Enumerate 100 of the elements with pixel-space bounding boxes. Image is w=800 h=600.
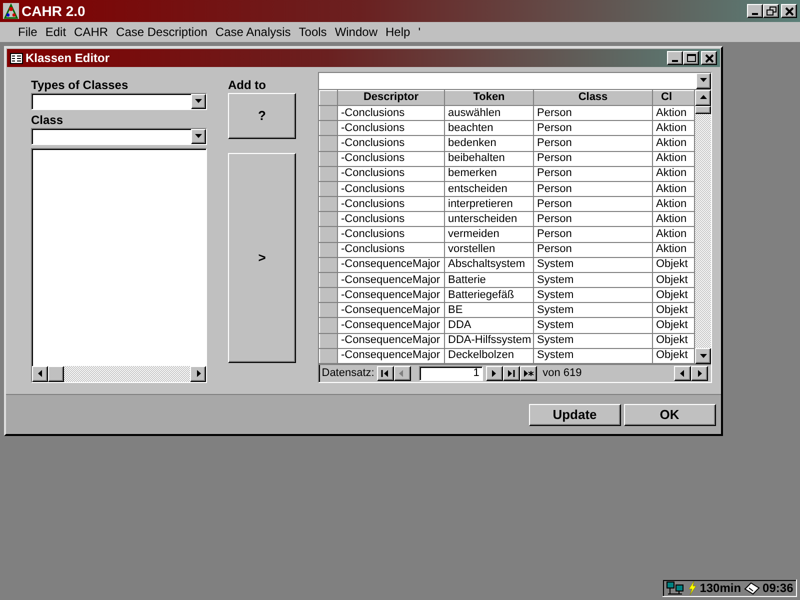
row-selector[interactable] xyxy=(320,212,338,227)
column-header[interactable]: Descriptor xyxy=(338,90,444,106)
close-icon xyxy=(784,6,795,16)
row-selector[interactable] xyxy=(320,348,338,364)
dialog-button[interactable]: OK xyxy=(624,404,716,426)
row-selector[interactable] xyxy=(320,226,338,242)
add-button[interactable]: > xyxy=(228,153,296,363)
table-cell: System xyxy=(534,348,652,364)
scroll-left-button[interactable] xyxy=(674,366,692,382)
menu-item[interactable]: Help xyxy=(382,23,414,41)
row-selector[interactable] xyxy=(320,242,338,258)
row-selector[interactable] xyxy=(320,120,338,136)
horizontal-scrollbar[interactable] xyxy=(32,366,206,382)
table-cell: Batteriegefäß xyxy=(444,288,534,303)
menu-item[interactable]: Case Analysis xyxy=(211,23,295,41)
close-button[interactable] xyxy=(781,4,798,18)
table-cell: -ConsequenceMajor xyxy=(338,288,444,303)
column-header[interactable]: Class xyxy=(534,90,652,106)
scroll-down-button[interactable] xyxy=(695,348,711,364)
scroll-right-button[interactable] xyxy=(190,366,206,382)
column-header[interactable]: Cl xyxy=(652,90,694,106)
close-button[interactable] xyxy=(701,51,718,65)
types-dropdown[interactable] xyxy=(31,93,207,110)
maximize-icon xyxy=(686,53,697,63)
table-cell: Person xyxy=(534,151,652,166)
add-button[interactable]: ? xyxy=(228,93,296,139)
table-cell: -Conclusions xyxy=(338,120,444,136)
menu-item[interactable]: Edit xyxy=(41,23,70,41)
table-cell: -ConsequenceMajor xyxy=(338,333,444,348)
lightning-icon xyxy=(686,581,697,596)
new-record-button[interactable] xyxy=(520,366,538,382)
close-icon xyxy=(704,53,715,63)
table-cell: -Conclusions xyxy=(338,242,444,258)
table-cell: Person xyxy=(534,166,652,182)
menu-item[interactable]: Case Description xyxy=(112,23,212,41)
table-cell: -Conclusions xyxy=(338,212,444,227)
table-cell: -ConsequenceMajor xyxy=(338,272,444,288)
menu-item[interactable]: ' xyxy=(414,23,424,41)
app-logo-icon xyxy=(2,3,19,19)
class-dropdown[interactable] xyxy=(31,128,207,145)
vertical-scrollbar[interactable] xyxy=(695,90,711,364)
scroll-right-button[interactable] xyxy=(691,366,708,382)
first-record-button[interactable] xyxy=(377,366,394,382)
field-label: Types of Classes xyxy=(31,78,130,93)
table-cell: beibehalten xyxy=(444,151,534,166)
previous-record-button[interactable] xyxy=(394,366,412,382)
scroll-up-button[interactable] xyxy=(695,90,711,106)
last-record-button[interactable] xyxy=(503,366,520,382)
table-cell: DDA xyxy=(444,318,534,334)
row-selector[interactable] xyxy=(320,196,338,212)
menu-item[interactable]: CAHR xyxy=(70,23,112,41)
table-cell: beachten xyxy=(444,120,534,136)
table-cell: Batterie xyxy=(444,272,534,288)
table-cell: Person xyxy=(534,136,652,152)
row-selector[interactable] xyxy=(320,166,338,182)
row-selector[interactable] xyxy=(320,272,338,288)
minimize-icon xyxy=(672,60,678,62)
table-cell: -ConsequenceMajor xyxy=(338,348,444,364)
class-listbox[interactable] xyxy=(31,148,207,382)
table-cell: System xyxy=(534,257,652,272)
filter-dropdown[interactable] xyxy=(319,73,711,90)
next-record-button[interactable] xyxy=(486,366,504,382)
row-selector[interactable] xyxy=(320,288,338,303)
row-selector[interactable] xyxy=(320,106,338,121)
minimize-button[interactable] xyxy=(747,4,764,18)
row-selector[interactable] xyxy=(320,181,338,197)
row-selector[interactable] xyxy=(320,302,338,318)
table-cell: BE xyxy=(444,302,534,318)
record-number-field[interactable]: 1 xyxy=(419,366,484,382)
table-cell: Abschaltsystem xyxy=(444,257,534,272)
table-cell: -Conclusions xyxy=(338,181,444,197)
menu-item[interactable]: Window xyxy=(330,23,382,41)
table-cell: Deckelbolzen xyxy=(444,348,534,364)
row-selector[interactable] xyxy=(320,151,338,166)
menu-item[interactable]: File xyxy=(14,23,42,41)
row-selector[interactable] xyxy=(320,318,338,334)
row-selector[interactable] xyxy=(320,333,338,348)
restore-button[interactable] xyxy=(763,4,780,18)
table-cell: -Conclusions xyxy=(338,106,444,121)
minimize-button[interactable] xyxy=(667,51,684,65)
table-cell: System xyxy=(534,318,652,334)
row-selector[interactable] xyxy=(320,257,338,272)
row-selector[interactable] xyxy=(320,136,338,152)
table-cell: unterscheiden xyxy=(444,212,534,227)
menu-item[interactable]: Tools xyxy=(294,23,331,41)
table-cell: System xyxy=(534,302,652,318)
scroll-left-button[interactable] xyxy=(32,366,48,382)
table-cell: vorstellen xyxy=(444,242,534,258)
restore-icon xyxy=(766,6,777,16)
table-cell: DDA-Hilfssystem xyxy=(444,333,534,348)
column-header[interactable]: Token xyxy=(444,90,534,106)
last-record-icon xyxy=(506,369,518,378)
table-cell: -Conclusions xyxy=(338,151,444,166)
table-cell: auswählen xyxy=(444,106,534,121)
dialog-button[interactable]: Update xyxy=(528,404,621,426)
table-cell: -ConsequenceMajor xyxy=(338,318,444,334)
record-count: von 619 xyxy=(542,366,582,382)
table-cell: -ConsequenceMajor xyxy=(338,257,444,272)
maximize-button[interactable] xyxy=(683,51,700,65)
scroll-thumb[interactable] xyxy=(48,366,64,382)
